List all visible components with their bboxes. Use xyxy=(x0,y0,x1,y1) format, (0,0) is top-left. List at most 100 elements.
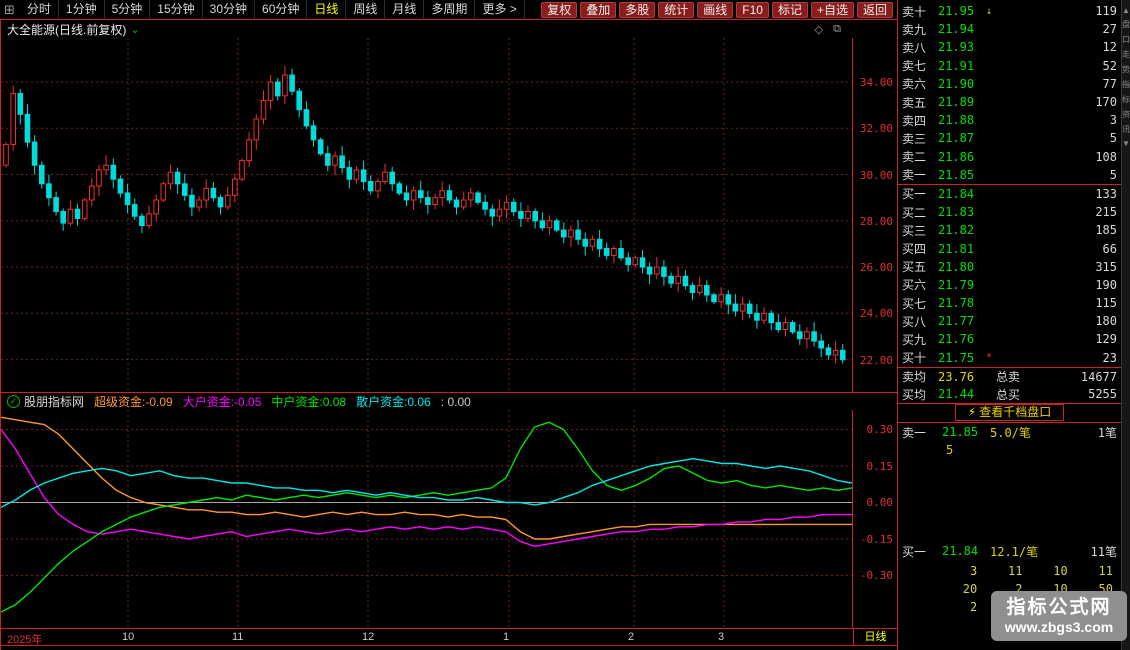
bid-label: 买四 xyxy=(902,240,938,257)
ask-row-1[interactable]: 卖九21.9427 xyxy=(898,20,1121,38)
bid-price: 21.79 xyxy=(938,278,984,292)
bid-row-7[interactable]: 买八21.77180 xyxy=(898,312,1121,330)
bid-volume: 115 xyxy=(1095,296,1117,310)
ask-row-3[interactable]: 卖七21.9152 xyxy=(898,57,1121,75)
bid-mark-icon: * xyxy=(986,352,992,363)
chevron-down-icon[interactable]: ⌄ xyxy=(130,23,139,36)
ask-row-7[interactable]: 卖三21.875 xyxy=(898,129,1121,147)
summary-label: 卖均 xyxy=(902,368,938,385)
toolbar-button-1[interactable]: 叠加 xyxy=(580,2,616,18)
ask-label: 卖六 xyxy=(902,75,938,92)
period-tab-7[interactable]: 周线 xyxy=(346,0,385,19)
ask-volume: 170 xyxy=(1095,95,1117,109)
period-tab-9[interactable]: 多周期 xyxy=(424,0,475,19)
toolbar-button-4[interactable]: 画线 xyxy=(697,2,733,18)
ask-price: 21.90 xyxy=(938,77,984,91)
bid-row-8[interactable]: 买九21.76129 xyxy=(898,330,1121,348)
toolbar-button-2[interactable]: 多股 xyxy=(619,2,655,18)
queue-grid-cell: 11 xyxy=(977,564,1022,578)
period-tab-3[interactable]: 15分钟 xyxy=(150,0,202,19)
bid-row-3[interactable]: 买四21.8166 xyxy=(898,239,1121,257)
summary-total-label: 总卖 xyxy=(996,368,1020,385)
legend-item-2: 中户资金:0.08 xyxy=(271,395,346,409)
bid-detail-row: 买一21.8412.1/笔11笔 xyxy=(898,543,1121,560)
period-tab-4[interactable]: 30分钟 xyxy=(203,0,255,19)
ask-row-6[interactable]: 卖四21.883 xyxy=(898,111,1121,129)
bid-row-0[interactable]: 买一21.84133 xyxy=(898,185,1121,203)
ask-price: 21.89 xyxy=(938,95,984,109)
ask-volume: 119 xyxy=(1095,4,1117,18)
bid-row-2[interactable]: 买三21.82185 xyxy=(898,221,1121,239)
toolbar: 复权叠加多股统计画线F10标记+自选返回 xyxy=(541,2,893,18)
bid-row-9[interactable]: 买十21.75*23 xyxy=(898,349,1121,367)
toolbar-button-6[interactable]: 标记 xyxy=(772,2,808,18)
detail-order-count: 11笔 xyxy=(1091,543,1117,560)
queue-grid-cell: 20 xyxy=(932,582,977,596)
strip-item-1[interactable]: 盘 xyxy=(1122,19,1130,30)
diamond-icon[interactable]: ◇ xyxy=(815,23,823,36)
toolbar-button-5[interactable]: F10 xyxy=(736,2,769,18)
detail-per-order: 5.0/笔 xyxy=(990,424,1031,441)
period-tab-1[interactable]: 1分钟 xyxy=(59,0,105,19)
ask-row-9[interactable]: 卖一21.855 xyxy=(898,166,1121,184)
ask-volume: 5 xyxy=(1110,131,1117,145)
ask-row-8[interactable]: 卖二21.86108 xyxy=(898,148,1121,166)
period-tab-2[interactable]: 5分钟 xyxy=(105,0,151,19)
bid-price: 21.80 xyxy=(938,260,984,274)
period-tab-8[interactable]: 月线 xyxy=(385,0,424,19)
indicator-axis: 0.300.150.00-0.15-0.30 xyxy=(852,410,897,629)
bid-label: 买七 xyxy=(902,295,938,312)
toolbar-button-7[interactable]: +自选 xyxy=(811,2,854,18)
ask-price: 21.86 xyxy=(938,150,984,164)
ask-row-4[interactable]: 卖六21.90 77 xyxy=(898,75,1121,93)
candlestick-chart[interactable]: 34.0032.0030.0028.0026.0024.0022.00 xyxy=(1,38,897,392)
period-tab-0[interactable]: 分时 xyxy=(20,0,59,19)
bid-label: 买九 xyxy=(902,331,938,348)
right-sidebar-strip[interactable]: ▲ 盘口走势指标资讯 ▼ xyxy=(1121,0,1130,650)
toolbar-button-8[interactable]: 返回 xyxy=(857,2,893,18)
ask-price: 21.93 xyxy=(938,40,984,54)
strip-item-0[interactable]: ▲ xyxy=(1122,6,1130,15)
strip-item-2[interactable]: 口 xyxy=(1122,34,1130,45)
legend-item-1: 大户资金:-0.05 xyxy=(183,395,262,409)
panel-icon[interactable]: ⧉ xyxy=(833,23,841,36)
bid-label: 买一 xyxy=(902,185,938,202)
ask-row-0[interactable]: 卖十21.95↓119 xyxy=(898,2,1121,20)
grid-icon[interactable]: ⊞ xyxy=(4,2,15,18)
indicator-header: ✓ 股朋指标网 超级资金:-0.09大户资金:-0.05中户资金:0.08散户资… xyxy=(1,393,897,410)
strip-item-3[interactable]: 走 xyxy=(1122,49,1130,60)
bid-price: 21.76 xyxy=(938,332,984,346)
period-tab-6[interactable]: 日线 xyxy=(307,0,346,19)
summary-label: 买均 xyxy=(902,386,938,403)
bid-row-4[interactable]: 买五21.80315 xyxy=(898,258,1121,276)
ask-queue-value: 5 xyxy=(946,443,953,457)
summary-row-1: 买均21.44总买5255 xyxy=(898,385,1121,403)
strip-item-9[interactable]: ▼ xyxy=(1122,139,1130,148)
strip-item-7[interactable]: 资 xyxy=(1122,109,1130,120)
ask-row-2[interactable]: 卖八21.9312 xyxy=(898,38,1121,56)
price-axis: 34.0032.0030.0028.0026.0024.0022.00 xyxy=(852,38,897,392)
ask-row-5[interactable]: 卖五21.89170 xyxy=(898,93,1121,111)
price-axis-label: 34.00 xyxy=(860,76,893,89)
toolbar-button-3[interactable]: 统计 xyxy=(658,2,694,18)
queue-grid-row-0: 3111011 xyxy=(932,562,1113,580)
ask-volume: 77 xyxy=(1103,77,1117,91)
level2-link[interactable]: ⚡查看千档盘口 xyxy=(898,403,1121,423)
strip-item-6[interactable]: 标 xyxy=(1122,94,1130,105)
bid-row-6[interactable]: 买七21.78115 xyxy=(898,294,1121,312)
strip-item-4[interactable]: 势 xyxy=(1122,64,1130,75)
strip-item-8[interactable]: 讯 xyxy=(1122,124,1130,135)
strip-item-5[interactable]: 指 xyxy=(1122,79,1130,90)
toolbar-button-0[interactable]: 复权 xyxy=(541,2,577,18)
bid-row-1[interactable]: 买二21.83215 xyxy=(898,203,1121,221)
period-tab-5[interactable]: 60分钟 xyxy=(255,0,307,19)
ask-label: 卖八 xyxy=(902,39,938,56)
bid-row-5[interactable]: 买六21.79190 xyxy=(898,276,1121,294)
detail-per-order: 12.1/笔 xyxy=(990,543,1038,560)
period-tab-10[interactable]: 更多 > xyxy=(475,0,524,19)
x-axis-label-4: 1 xyxy=(503,631,509,643)
indicator-chart[interactable]: 0.300.150.00-0.15-0.30 xyxy=(1,410,897,629)
price-axis-label: 28.00 xyxy=(860,215,893,228)
x-axis-label-1: 10 xyxy=(122,631,134,643)
bid-volume: 180 xyxy=(1095,314,1117,328)
